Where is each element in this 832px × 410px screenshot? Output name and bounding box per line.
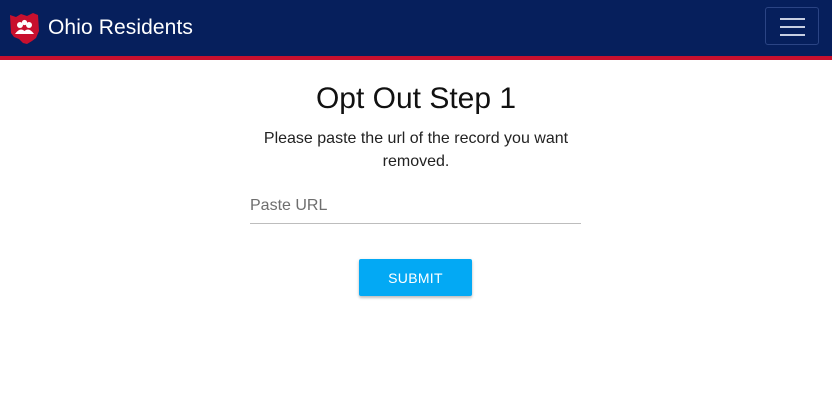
page-title: Opt Out Step 1: [315, 82, 517, 115]
top-navbar: Ohio Residents: [0, 0, 832, 56]
brand-name: Ohio Residents: [48, 16, 193, 39]
instructions-text: Please paste the url of the record you w…: [263, 130, 569, 170]
url-input[interactable]: [250, 188, 581, 224]
brand-link[interactable]: Ohio Residents: [9, 9, 193, 47]
navbar-accent-stripe: [0, 56, 832, 60]
menu-toggle-button[interactable]: [765, 7, 819, 45]
submit-button[interactable]: SUBMIT: [359, 259, 472, 296]
ohio-state-people-icon: [10, 13, 39, 44]
